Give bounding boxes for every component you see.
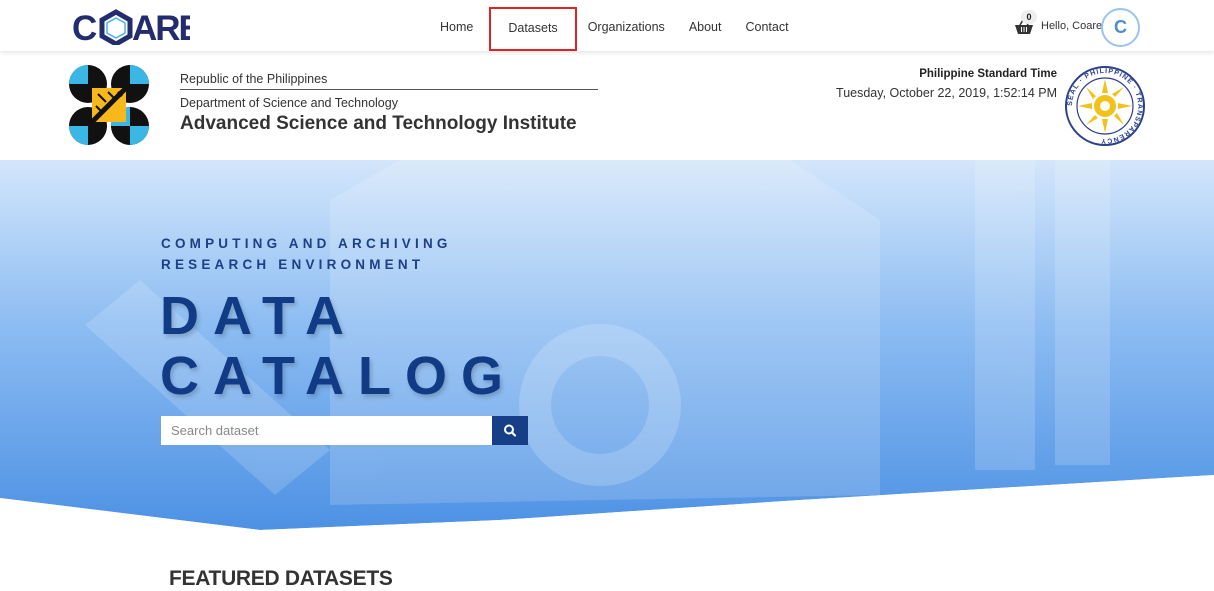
top-navbar: C ARE Home Datasets Organizations About … <box>0 0 1214 51</box>
cart-count-badge: 0 <box>1021 10 1037 24</box>
svg-text:ARE: ARE <box>132 9 190 45</box>
dataset-search-input[interactable] <box>161 416 492 445</box>
header-divider <box>180 89 598 90</box>
nav-contact[interactable]: Contact <box>735 0 798 51</box>
featured-datasets-heading: FEATURED DATASETS <box>169 567 393 590</box>
user-avatar[interactable]: C <box>1101 8 1140 47</box>
hero-subtitle-line1: COMPUTING AND ARCHIVING <box>161 236 452 251</box>
coare-logo[interactable]: C ARE <box>72 9 203 48</box>
government-header: Republic of the Philippines Department o… <box>0 51 1214 160</box>
nav-home[interactable]: Home <box>430 0 483 51</box>
user-greeting[interactable]: Hello, Coare! <box>1041 20 1105 32</box>
svg-text:C: C <box>72 9 97 45</box>
hero-title-catalog: CATALOG <box>160 346 517 406</box>
transparency-seal-icon[interactable]: SEAL · PHILIPPINE · TRANSPARENCY <box>1064 65 1146 147</box>
search-button[interactable] <box>492 416 528 445</box>
main-nav: Home Datasets Organizations About Contac… <box>430 0 799 51</box>
nav-datasets[interactable]: Datasets <box>489 7 577 51</box>
pst-clock: Tuesday, October 22, 2019, 1:52:14 PM <box>836 86 1057 100</box>
department-label: Department of Science and Technology <box>180 96 398 110</box>
search-icon <box>504 424 517 437</box>
republic-label: Republic of the Philippines <box>180 72 328 86</box>
asti-logo <box>68 64 150 146</box>
nav-about[interactable]: About <box>679 0 732 51</box>
hero-subtitle-line2: RESEARCH ENVIRONMENT <box>161 257 425 272</box>
hero-banner: COMPUTING AND ARCHIVING RESEARCH ENVIRON… <box>0 160 1214 540</box>
pst-label: Philippine Standard Time <box>919 68 1057 80</box>
institute-name: Advanced Science and Technology Institut… <box>180 113 577 134</box>
nav-organizations[interactable]: Organizations <box>578 0 675 51</box>
hero-title-data: DATA <box>160 286 358 346</box>
